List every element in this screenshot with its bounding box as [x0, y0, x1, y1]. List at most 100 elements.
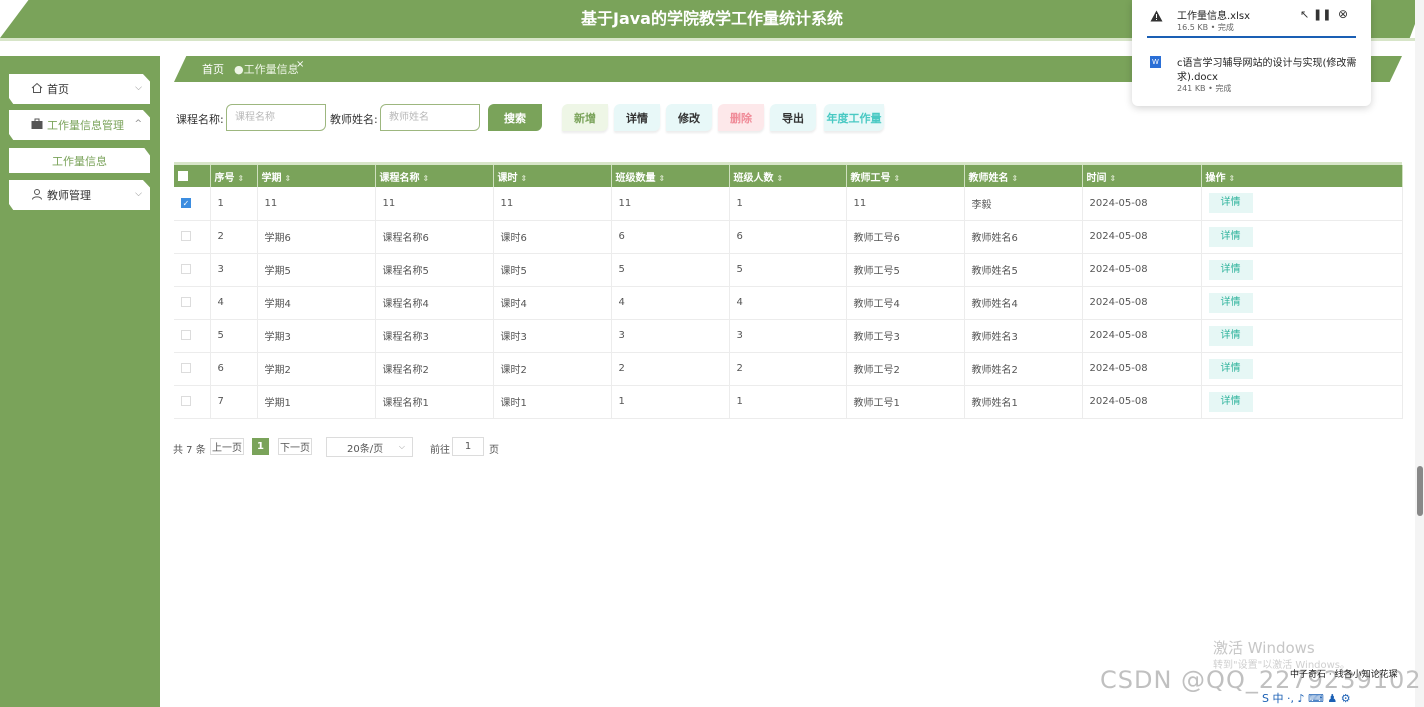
annual-workload-button[interactable]: 年度工作量	[824, 104, 884, 131]
row-checkbox[interactable]	[181, 231, 191, 241]
row-select-cell[interactable]	[174, 286, 211, 319]
user-icon	[32, 189, 42, 200]
table-cell: 教师姓名4	[964, 286, 1083, 319]
table-row[interactable]: 4 学期4 课程名称4 课时4 4 4 教师工号4 教师姓名4 2024-05-08 详情	[174, 286, 1403, 319]
table-row[interactable]: 5 学期3 课程名称3 课时3 3 3 教师工号3 教师姓名3 2024-05-08 详情	[174, 319, 1403, 352]
table-cell: 4	[729, 286, 847, 319]
page-unit-label: 页	[489, 445, 499, 456]
export-button[interactable]: 导出	[770, 104, 816, 131]
sidebar-item-workload-management[interactable]: 工作量信息管理 ^	[9, 110, 150, 140]
row-detail-button[interactable]: 详情	[1208, 325, 1253, 346]
download-file-name[interactable]: 工作量信息.xlsx	[1177, 7, 1250, 22]
sort-icon[interactable]: ⇕	[1110, 174, 1117, 183]
home-icon	[31, 82, 43, 93]
row-select-cell[interactable]	[174, 352, 211, 385]
row-checkbox[interactable]	[181, 396, 191, 406]
table-row[interactable]: 3 学期5 课程名称5 课时5 5 5 教师工号5 教师姓名5 2024-05-08 详情	[174, 253, 1403, 286]
word-file-icon: W	[1150, 56, 1161, 68]
add-button[interactable]: 新增	[562, 104, 608, 131]
ime-toolbar-icon[interactable]: S 中 ·, ♪ ⌨ ♟ ⚙	[1262, 690, 1351, 706]
delete-button[interactable]: 删除	[718, 104, 764, 131]
row-detail-button[interactable]: 详情	[1208, 358, 1253, 379]
current-page[interactable]: 1	[252, 438, 269, 455]
row-checkbox[interactable]	[181, 363, 191, 373]
row-detail-button[interactable]: 详情	[1208, 391, 1253, 412]
table-cell: 课时4	[493, 286, 612, 319]
column-header[interactable]: 班级数量 ⇕	[611, 165, 730, 187]
row-detail-button[interactable]: 详情	[1208, 259, 1253, 280]
teacher-name-input[interactable]	[380, 104, 480, 131]
column-header[interactable]: 课程名称 ⇕	[375, 165, 494, 187]
column-header[interactable]: 教师姓名 ⇕	[964, 165, 1083, 187]
row-select-cell[interactable]	[174, 220, 211, 253]
row-select-cell[interactable]: ✓	[174, 187, 211, 220]
table-row[interactable]: 2 学期6 课程名称6 课时6 6 6 教师工号6 教师姓名6 2024-05-08 详情	[174, 220, 1403, 253]
column-header[interactable]: 班级人数 ⇕	[729, 165, 847, 187]
next-page-button[interactable]: 下一页	[278, 438, 312, 455]
row-detail-button[interactable]: 详情	[1208, 226, 1253, 247]
cancel-icon[interactable]: ⊗	[1338, 7, 1348, 21]
column-header[interactable]: 序号 ⇕	[210, 165, 258, 187]
course-name-input[interactable]	[226, 104, 326, 131]
table-header-row: 序号 ⇕ 学期 ⇕ 课程名称 ⇕ 课时 ⇕ 班级数量 ⇕ 班级人数 ⇕ 教师工号 ⇕ 教师姓名…	[174, 165, 1403, 187]
cursor-icon: ↖	[1300, 8, 1310, 21]
pause-icon[interactable]: ❚❚	[1313, 8, 1331, 21]
sort-icon[interactable]: ⇕	[1012, 174, 1019, 183]
column-header[interactable]: 课时 ⇕	[493, 165, 612, 187]
row-checkbox[interactable]	[181, 264, 191, 274]
column-header[interactable]: 时间 ⇕	[1082, 165, 1202, 187]
sidebar-item-teacher-management[interactable]: 教师管理 ⌵	[9, 180, 150, 210]
table-cell: 课程名称2	[375, 352, 494, 385]
search-button[interactable]: 搜索	[488, 104, 542, 131]
row-checkbox[interactable]	[181, 297, 191, 307]
scrollbar-thumb[interactable]	[1417, 466, 1423, 516]
breadcrumb-home[interactable]: 首页	[202, 61, 224, 77]
edit-button[interactable]: 修改	[666, 104, 712, 131]
prev-page-button[interactable]: 上一页	[210, 438, 244, 455]
sort-icon[interactable]: ⇕	[777, 174, 784, 183]
table-cell: 课时6	[493, 220, 612, 253]
row-detail-button[interactable]: 详情	[1208, 292, 1253, 313]
action-cell: 详情	[1201, 220, 1403, 253]
detail-button[interactable]: 详情	[614, 104, 660, 131]
table-row[interactable]: ✓ 1 11 11 11 11 1 11 李毅 2024-05-08 详情	[174, 187, 1403, 220]
table-cell: 2024-05-08	[1082, 220, 1202, 253]
chevron-down-icon: ⌵	[135, 189, 142, 199]
sidebar-item-home[interactable]: 首页 ⌵	[9, 74, 150, 104]
sort-icon[interactable]: ⇕	[238, 174, 245, 183]
breadcrumb-current-tab[interactable]: ●工作量信息	[234, 61, 299, 77]
sort-icon[interactable]: ⇕	[423, 174, 430, 183]
row-select-cell[interactable]	[174, 319, 211, 352]
table-row[interactable]: 6 学期2 课程名称2 课时2 2 2 教师工号2 教师姓名2 2024-05-08 详情	[174, 352, 1403, 385]
table-cell: 教师姓名5	[964, 253, 1083, 286]
select-all-cell[interactable]	[174, 165, 211, 187]
page-scrollbar[interactable]	[1415, 0, 1424, 707]
sort-icon[interactable]: ⇕	[894, 174, 901, 183]
table-cell: 课时5	[493, 253, 612, 286]
workload-table: 序号 ⇕ 学期 ⇕ 课程名称 ⇕ 课时 ⇕ 班级数量 ⇕ 班级人数 ⇕ 教师工号 ⇕ 教师姓名…	[174, 162, 1403, 418]
close-tab-icon[interactable]: ×	[296, 59, 304, 70]
row-detail-button[interactable]: 详情	[1208, 193, 1253, 214]
sort-icon[interactable]: ⇕	[521, 174, 528, 183]
table-cell: 1	[729, 187, 847, 220]
row-checkbox[interactable]	[181, 330, 191, 340]
download-file-name-cont[interactable]: 求).docx	[1177, 68, 1218, 83]
sidebar-subitem-workload-info[interactable]: 工作量信息	[9, 148, 150, 173]
table-cell: 课时2	[493, 352, 612, 385]
column-header[interactable]: 操作 ⇕	[1201, 165, 1403, 187]
column-header[interactable]: 教师工号 ⇕	[846, 165, 965, 187]
page-size-select[interactable]: 20条/页 ⌵	[326, 437, 413, 457]
row-checkbox[interactable]: ✓	[181, 197, 191, 208]
table-cell: 3	[611, 319, 730, 352]
sort-icon[interactable]: ⇕	[1229, 174, 1236, 183]
row-select-cell[interactable]	[174, 385, 211, 418]
select-all-checkbox[interactable]	[178, 170, 188, 181]
sort-icon[interactable]: ⇕	[285, 174, 292, 183]
table-cell: 教师姓名2	[964, 352, 1083, 385]
table-row[interactable]: 7 学期1 课程名称1 课时1 1 1 教师工号1 教师姓名1 2024-05-08 详情	[174, 385, 1403, 418]
column-header[interactable]: 学期 ⇕	[257, 165, 376, 187]
download-file-name[interactable]: c语言学习辅导网站的设计与实现(修改需	[1177, 54, 1359, 69]
goto-page-input[interactable]: 1	[452, 437, 484, 456]
sort-icon[interactable]: ⇕	[659, 174, 666, 183]
row-select-cell[interactable]	[174, 253, 211, 286]
